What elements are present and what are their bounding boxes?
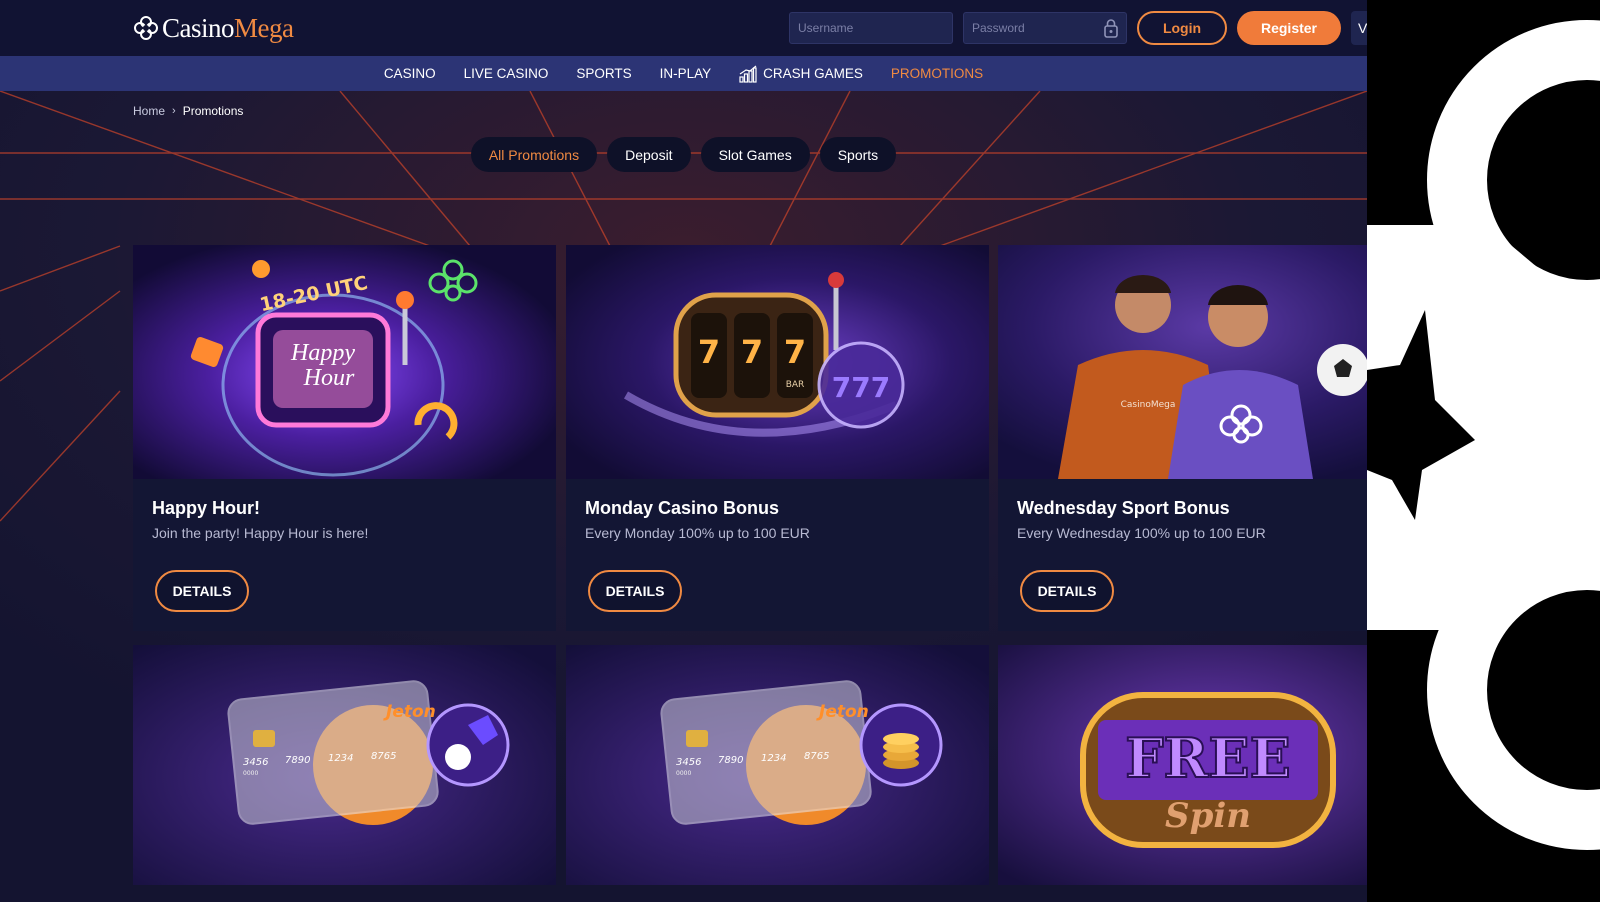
details-button[interactable]: DETAILS [588,570,682,612]
jeton-brand-text: Jeton [816,702,869,722]
card-number-2: 7890 [718,755,743,766]
card-number-3: 1234 [328,753,353,764]
card-number-3: 1234 [761,753,786,764]
happy-text: Happy [290,340,355,366]
card-number-4: 8765 [804,751,829,762]
promo-card-jeton-sport[interactable]: Jeton 3456 7890 1234 8765 0000 [133,645,556,885]
reel-bar-text: BAR [786,380,805,390]
card-chip-icon [253,730,275,747]
logo-text: CasinoMega [162,13,294,44]
bubble-777-text: 777 [832,371,890,404]
details-button[interactable]: DETAILS [155,570,249,612]
card-number-2: 7890 [285,755,310,766]
promo-card-monday-casino-bonus: 7 7 7 BAR 777 Monday Casino Bonus Every … [566,245,989,631]
breadcrumb-current: Promotions [182,104,244,118]
logo-text-casino: Casino [162,12,235,43]
clover-logo-graphic [1367,20,1600,850]
details-button[interactable]: DETAILS [1020,570,1114,612]
register-button[interactable]: Register [1237,11,1341,45]
promo-subtitle: Every Wednesday 100% up to 100 EUR [1017,525,1266,541]
breadcrumb-home[interactable]: Home [133,104,165,118]
main-nav: CASINO LIVE CASINO SPORTS IN-PLAY CRASH … [0,56,1367,91]
chevron-right-icon: › [172,105,176,117]
hour-text: Hour [303,365,355,391]
card-number-1: 3456 [676,757,701,768]
language-selector[interactable]: V [1351,11,1367,45]
card-small-number: 0000 [676,770,691,777]
breadcrumb: Home › Promotions [133,104,243,118]
card-small-number: 0000 [243,770,258,777]
reel-seven-3: 7 [784,333,806,371]
promo-title: Wednesday Sport Bonus [1017,498,1230,518]
clover-logo-icon [134,16,158,40]
logo[interactable]: CasinoMega [133,10,294,46]
jersey-logo-text: CasinoMega [1121,400,1176,410]
promo-image-happy-hour[interactable]: Happy Hour 18-20 UTC [133,245,556,479]
promo-image-wednesday-sport[interactable]: CasinoMega [998,245,1367,479]
chart-bars-icon [739,65,757,83]
reel-seven-1: 7 [698,333,720,371]
browser-viewport: CasinoMega Login Register V CASINO LIVE … [0,0,1367,902]
header: CasinoMega Login Register V [0,0,1367,56]
promo-image-free-spin: FREE Spin [998,645,1367,885]
free-text: FREE [1125,726,1291,790]
side-decoration [1367,0,1600,902]
promo-image-monday-casino[interactable]: 7 7 7 BAR 777 [566,245,989,479]
promo-title: Monday Casino Bonus [585,498,780,518]
card-number-4: 8765 [371,751,396,762]
spin-text: Spin [1165,796,1251,836]
promo-card-wednesday-sport-bonus: CasinoMega Wednesday Sport Bonus Every W… [998,245,1367,631]
coin-stack-icon [883,733,919,769]
login-button[interactable]: Login [1137,11,1227,45]
promo-image-jeton-casino: Jeton 3456 7890 1234 8765 0000 [566,645,989,885]
logo-text-mega: Mega [234,12,294,43]
jeton-brand-text: Jeton [383,702,436,722]
bell-icon [252,260,270,278]
filter-deposit[interactable]: Deposit [607,137,691,172]
card-number-1: 3456 [243,757,268,768]
nav-crash-games[interactable]: CRASH GAMES [739,65,863,83]
nav-crash-games-label: CRASH GAMES [763,66,863,81]
nav-promotions[interactable]: PROMOTIONS [891,66,983,81]
promo-card-jeton-casino[interactable]: Jeton 3456 7890 1234 8765 0000 [566,645,989,885]
filter-sports[interactable]: Sports [819,137,897,172]
promo-subtitle: Every Monday 100% up to 100 EUR [585,525,810,541]
promo-subtitle: Join the party! Happy Hour is here! [152,525,369,541]
nav-live-casino[interactable]: LIVE CASINO [464,66,549,81]
soccer-ball-icon [445,744,471,770]
filter-all-promotions[interactable]: All Promotions [470,137,598,172]
promo-title: Happy Hour! [152,498,260,518]
username-input[interactable] [789,12,953,44]
promo-image-jeton-sport: Jeton 3456 7890 1234 8765 0000 [133,645,556,885]
nav-casino[interactable]: CASINO [384,66,436,81]
nav-in-play[interactable]: IN-PLAY [660,66,712,81]
lock-icon[interactable] [1103,18,1119,38]
nav-sports[interactable]: SPORTS [576,66,631,81]
promo-card-happy-hour: Happy Hour 18-20 UTC Happy Hour! Join th… [133,245,556,631]
promo-card-free-spin[interactable]: FREE Spin [998,645,1367,885]
promotion-filters: All Promotions Deposit Slot Games Sports [0,137,1367,172]
card-chip-icon [686,730,708,747]
filter-slot-games[interactable]: Slot Games [700,137,810,172]
reel-seven-2: 7 [741,333,763,371]
